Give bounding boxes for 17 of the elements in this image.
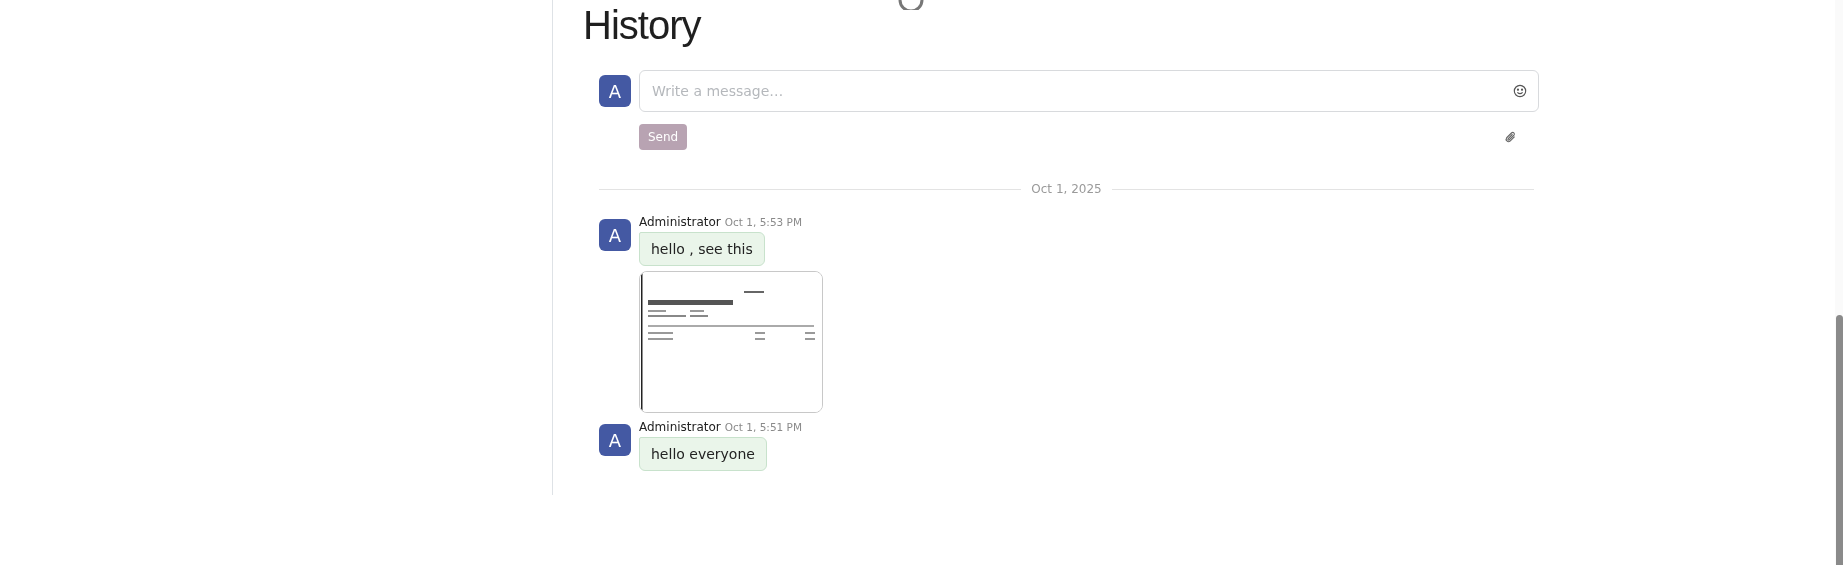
message-time: Oct 1, 5:51 PM bbox=[724, 421, 802, 433]
user-avatar: A bbox=[599, 219, 631, 251]
date-separator: Oct 1, 2025 bbox=[1031, 182, 1102, 196]
page-title: History bbox=[583, 2, 701, 48]
user-avatar: A bbox=[599, 75, 631, 107]
scrollbar-thumb[interactable] bbox=[1836, 315, 1843, 565]
message-bubble: hello , see this bbox=[639, 232, 765, 266]
send-button[interactable]: Send bbox=[639, 124, 688, 150]
message-time: Oct 1, 5:53 PM bbox=[724, 216, 802, 228]
paperclip-icon[interactable] bbox=[1504, 130, 1517, 144]
user-avatar: A bbox=[599, 424, 631, 456]
loading-spinner-icon bbox=[897, 0, 925, 10]
message-bubble: hello everyone bbox=[639, 437, 767, 471]
message-field[interactable]: Write a message… bbox=[639, 70, 1539, 112]
author-name: Administrator bbox=[639, 420, 721, 434]
emoji-icon[interactable] bbox=[1513, 84, 1527, 98]
author-name: Administrator bbox=[639, 215, 721, 229]
